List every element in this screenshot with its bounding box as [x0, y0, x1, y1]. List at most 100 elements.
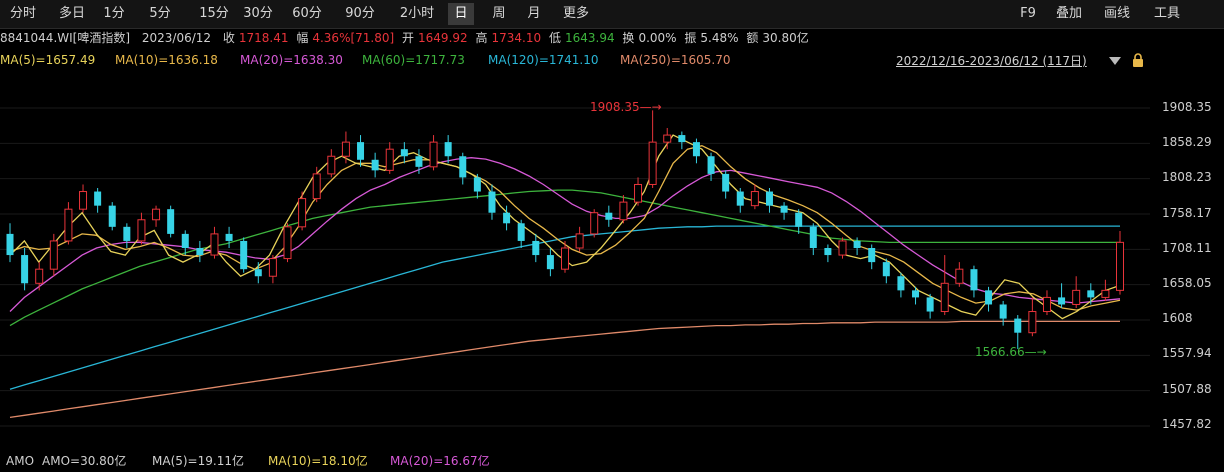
candle[interactable]: [970, 265, 978, 298]
candle[interactable]: [400, 142, 408, 164]
candle[interactable]: [692, 138, 700, 164]
candle[interactable]: [765, 188, 773, 213]
toolbar-right-button[interactable]: 工具: [1148, 3, 1186, 25]
candle[interactable]: [327, 149, 336, 178]
candle[interactable]: [1042, 290, 1051, 316]
candle-body: [663, 134, 672, 143]
candle[interactable]: [167, 205, 175, 238]
timeframe-tab[interactable]: 15分: [192, 3, 236, 25]
candle[interactable]: [152, 205, 161, 227]
candle[interactable]: [926, 293, 934, 319]
candle[interactable]: [546, 248, 554, 277]
candle[interactable]: [298, 191, 307, 231]
candle[interactable]: [940, 255, 949, 316]
lock-icon[interactable]: [1132, 53, 1144, 67]
timeframe-tab[interactable]: 月: [521, 3, 547, 25]
candle[interactable]: [532, 233, 540, 263]
candle[interactable]: [897, 272, 905, 298]
candle[interactable]: [6, 223, 14, 263]
candle[interactable]: [619, 195, 628, 224]
timeframe-tab[interactable]: 5分: [142, 3, 178, 25]
range-dropdown-icon[interactable]: [1109, 57, 1121, 65]
low-label: 低: [548, 31, 561, 45]
candle[interactable]: [634, 177, 643, 206]
toolbar-right-button[interactable]: F9: [1014, 3, 1042, 25]
candle[interactable]: [196, 240, 204, 263]
candle[interactable]: [210, 226, 219, 259]
timeframe-tab[interactable]: 1分: [99, 3, 129, 25]
candle[interactable]: [268, 255, 277, 284]
candle[interactable]: [1072, 276, 1081, 308]
candle[interactable]: [575, 226, 584, 252]
candle[interactable]: [605, 205, 613, 227]
candle[interactable]: [35, 262, 44, 291]
candle[interactable]: [707, 152, 715, 181]
timeframe-tab[interactable]: 60分: [285, 3, 329, 25]
timeframe-tab[interactable]: 多日: [52, 3, 92, 25]
candle[interactable]: [123, 223, 131, 249]
candle[interactable]: [181, 230, 189, 256]
candle[interactable]: [94, 188, 102, 213]
timeframe-tab[interactable]: 更多: [556, 3, 596, 25]
candle[interactable]: [1116, 231, 1124, 295]
candle[interactable]: [283, 223, 292, 263]
quote-info-bar: 8841044.WI[啤酒指数] 2023/06/12 收 1718.41 幅 4.…: [0, 28, 1224, 48]
candle[interactable]: [444, 135, 452, 164]
candle[interactable]: [21, 248, 29, 291]
candle[interactable]: [868, 244, 876, 270]
candle[interactable]: [240, 237, 248, 273]
candle[interactable]: [985, 286, 993, 312]
candle[interactable]: [663, 128, 672, 150]
ma-legend-item: MA(10)=1636.18: [115, 53, 218, 67]
candle[interactable]: [780, 202, 788, 220]
candle[interactable]: [750, 184, 759, 210]
toolbar-right-button[interactable]: 画线: [1098, 3, 1136, 25]
timeframe-tab[interactable]: 30分: [236, 3, 280, 25]
candle[interactable]: [64, 202, 73, 245]
candle[interactable]: [1014, 315, 1022, 349]
candle[interactable]: [473, 173, 481, 199]
candle[interactable]: [590, 209, 599, 238]
candle[interactable]: [254, 262, 262, 284]
candle[interactable]: [736, 188, 744, 213]
candle[interactable]: [341, 131, 350, 164]
candle-body: [210, 233, 219, 256]
candle[interactable]: [459, 152, 467, 185]
timeframe-tab[interactable]: 90分: [338, 3, 382, 25]
date-range[interactable]: 2022/12/16-2023/06/12 (117日): [896, 52, 1087, 69]
candle[interactable]: [809, 223, 817, 256]
candle[interactable]: [371, 152, 379, 178]
volume-indicator-bar: AMO AMO=30.80亿 MA(5)=19.11亿 MA(10)=18.10亿 MA…: [0, 450, 1224, 472]
candle[interactable]: [108, 202, 116, 231]
close-value: 1718.41: [238, 31, 289, 45]
candle[interactable]: [517, 219, 525, 249]
candle[interactable]: [137, 212, 146, 245]
candle[interactable]: [882, 258, 890, 284]
candle[interactable]: [79, 184, 88, 213]
toolbar-right-button[interactable]: 叠加: [1050, 3, 1088, 25]
candle[interactable]: [1058, 283, 1066, 308]
candle[interactable]: [648, 110, 657, 189]
candle[interactable]: [357, 135, 365, 167]
y-axis-tick-label: 1858.29: [1162, 135, 1212, 150]
timeframe-tab[interactable]: 周: [486, 3, 512, 25]
candle[interactable]: [838, 237, 847, 259]
ma10-line: [9, 145, 1121, 311]
timeframe-tab[interactable]: 日: [448, 3, 474, 25]
candle[interactable]: [795, 209, 803, 234]
candle[interactable]: [385, 142, 394, 174]
candle[interactable]: [722, 170, 730, 199]
security-code-name[interactable]: 8841044.WI[啤酒指数]: [0, 31, 130, 45]
candle[interactable]: [312, 166, 321, 203]
candle[interactable]: [678, 131, 686, 150]
candle[interactable]: [225, 226, 233, 249]
candle-body: [21, 255, 29, 284]
candle[interactable]: [955, 262, 964, 287]
candlestick-chart[interactable]: [0, 72, 1224, 450]
timeframe-tab[interactable]: 分时: [5, 3, 41, 25]
candle[interactable]: [429, 135, 438, 171]
candle[interactable]: [1028, 297, 1037, 337]
candle[interactable]: [824, 244, 832, 263]
timeframe-tab[interactable]: 2小时: [392, 3, 442, 25]
candle[interactable]: [1101, 279, 1110, 301]
